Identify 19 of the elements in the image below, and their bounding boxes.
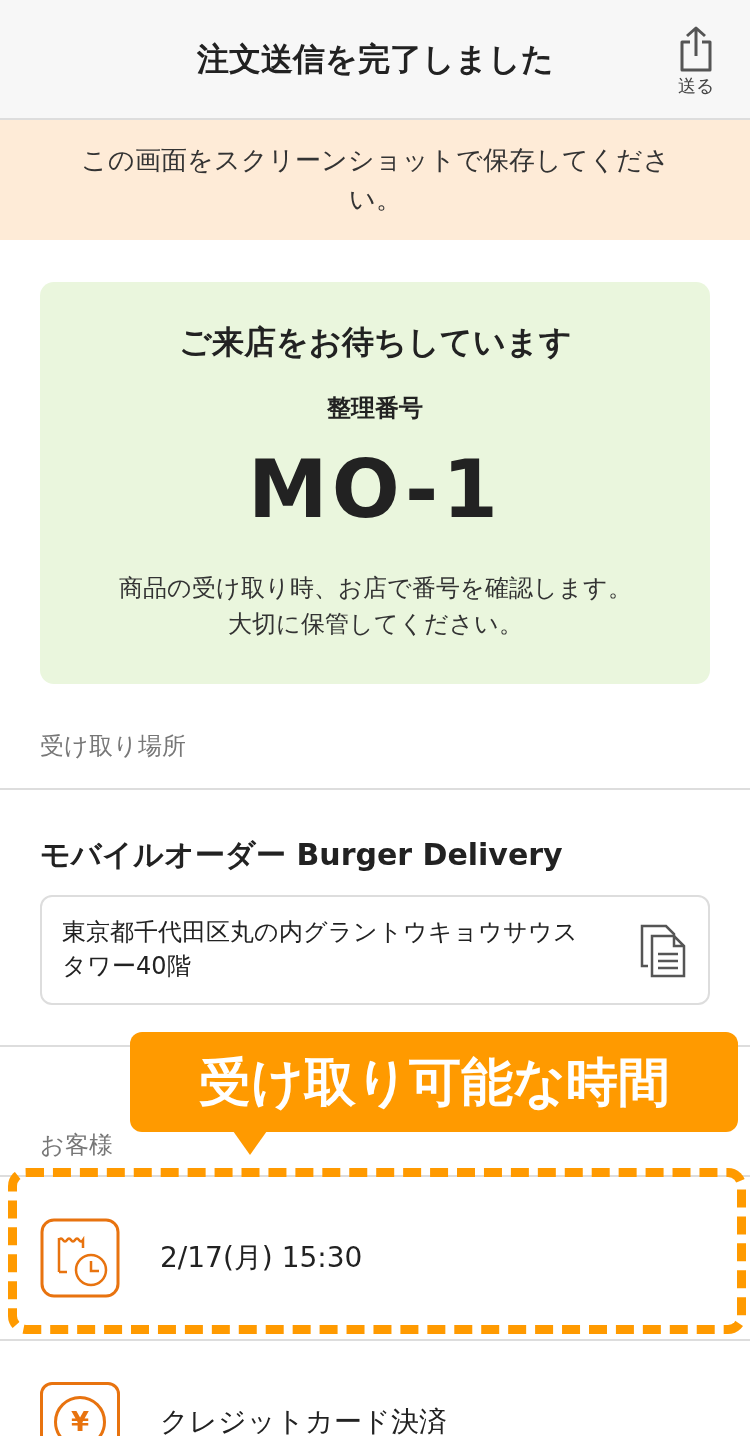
share-icon [678,26,714,72]
callout-pointer-icon [233,1131,267,1155]
yen-coin-icon: ¥ [40,1382,120,1436]
section-label: 受け取り場所 [40,731,187,762]
row-text: 2/17(月) 15:30 [160,1240,363,1276]
ticket-heading: ご来店をお待ちしています [178,322,572,363]
page-title: 注文送信を完了しました [196,39,554,80]
number-label: 整理番号 [327,393,423,424]
copy-icon[interactable] [638,922,688,978]
store-name: モバイルオーダー Burger Delivery [40,836,564,874]
calendar-clock-icon [40,1218,120,1298]
address-text: 東京都千代田区丸の内グラントウキョウサウスタワー40階 [62,917,579,982]
ticket-note: 大切に保管してください。 [227,609,523,640]
section-label: お客様 [40,1130,113,1161]
share-button[interactable]: 送る [678,26,714,99]
notice-text: この画面をスクリーンショットで保存してください。 [79,144,671,216]
ticket-note: 商品の受け取り時、お店で番号を確認します。 [118,573,632,604]
order-number: MO-1 [248,450,502,530]
row-text: クレジットカード決済 [160,1404,447,1436]
